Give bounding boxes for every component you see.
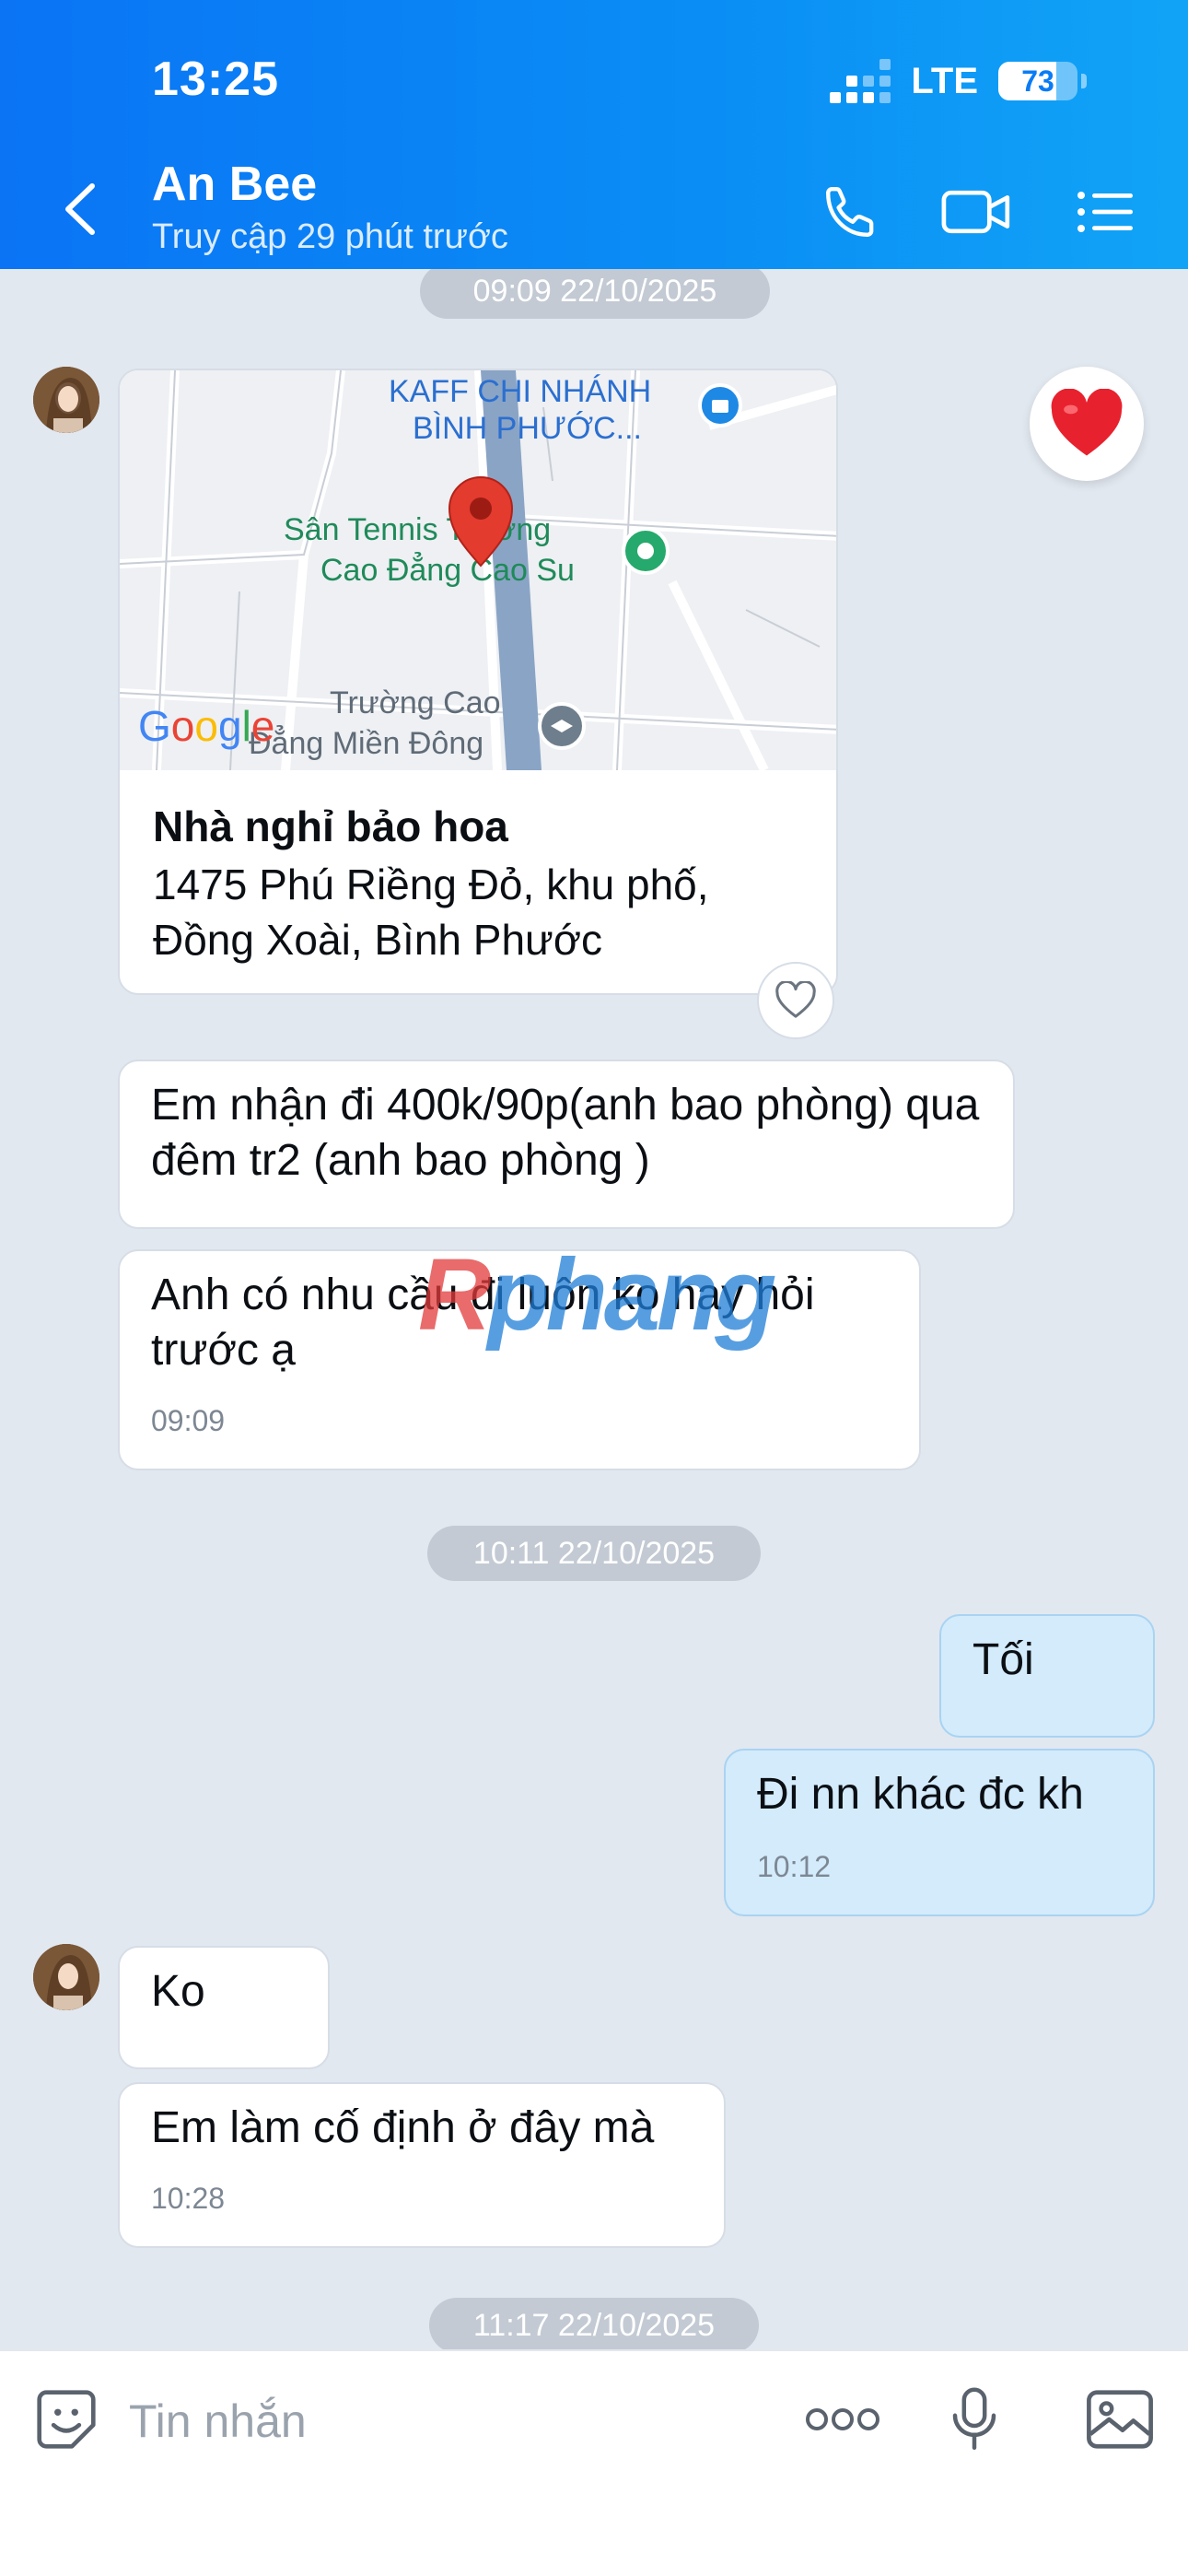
microphone-icon[interactable]	[938, 2383, 1011, 2456]
incoming-message[interactable]: Em làm cố định ở đây mà 10:28	[118, 2082, 726, 2248]
map-label: Cao Đẳng Cao Su	[320, 553, 575, 588]
outgoing-message[interactable]: Đi nn khác đc kh 10:12	[724, 1749, 1155, 1916]
outgoing-message[interactable]: Tối	[939, 1614, 1155, 1738]
message-input-bar	[0, 2349, 1188, 2576]
time-separator: 11:17 22/10/2025	[429, 2298, 759, 2349]
image-icon[interactable]	[1083, 2383, 1157, 2456]
incoming-message[interactable]: Anh có nhu cầu đi luôn ko hay hỏi trước …	[118, 1249, 921, 1470]
map-label: KAFF CHI NHÁNH	[389, 374, 651, 409]
avatar[interactable]	[33, 367, 99, 433]
map-label: Đẳng Miền Đông	[249, 726, 483, 761]
time-separator: 10:11 22/10/2025	[427, 1526, 761, 1581]
video-call-icon[interactable]	[939, 175, 1013, 249]
sticker-icon[interactable]	[29, 2383, 103, 2456]
incoming-message[interactable]: Ko	[118, 1946, 330, 2069]
message-text: Anh có nhu cầu đi luôn ko hay hỏi trước …	[151, 1270, 815, 1375]
battery-icon: 73	[998, 62, 1077, 100]
contact-name[interactable]: An Bee	[152, 157, 317, 212]
battery-level: 73	[1021, 64, 1054, 98]
chat-header: 13:25 LTE 73 An Bee Truy cập 29 phút trư…	[0, 0, 1188, 269]
message-text: Em nhận đi 400k/90p(anh bao phòng) qua đ…	[151, 1081, 980, 1185]
place-name: Nhà nghỉ bảo hoa	[153, 802, 508, 850]
message-text: Em làm cố định ở đây mà	[151, 2103, 655, 2152]
signal-icon	[830, 59, 891, 103]
menu-list-icon[interactable]	[1068, 175, 1142, 249]
message-text: Tối	[973, 1635, 1034, 1684]
map-label: BÌNH PHƯỚC...	[413, 411, 642, 446]
location-card[interactable]: KAFF CHI NHÁNH BÌNH PHƯỚC... Sân Tennis …	[118, 369, 838, 995]
map-image[interactable]: KAFF CHI NHÁNH BÌNH PHƯỚC... Sân Tennis …	[120, 370, 838, 770]
map-label: Trường Cao	[330, 685, 501, 720]
back-icon[interactable]	[57, 177, 103, 241]
place-address: 1475 Phú Riềng Đỏ, khu phố, Đồng Xoài, B…	[153, 861, 709, 964]
message-time: 10:28	[151, 2182, 226, 2215]
battery-tip	[1081, 74, 1087, 88]
message-time: 09:09	[151, 1404, 226, 1437]
message-input[interactable]	[129, 2388, 774, 2454]
network-type: LTE	[911, 60, 978, 101]
more-icon[interactable]	[801, 2383, 884, 2456]
phone-icon[interactable]	[814, 175, 888, 249]
message-text: Ko	[151, 1967, 205, 2016]
time-separator: 09:09 22/10/2025	[420, 269, 770, 319]
reaction-heart-icon[interactable]	[757, 962, 834, 1039]
status-indicators: LTE 73	[830, 59, 1087, 103]
last-seen-status: Truy cập 29 phút trước	[152, 217, 508, 256]
message-list[interactable]: 09:09 22/10/2025 KAFF CHI NHÁNH BÌNH PHƯ…	[0, 269, 1188, 2349]
avatar[interactable]	[33, 1944, 99, 2010]
incoming-message[interactable]: Em nhận đi 400k/90p(anh bao phòng) qua đ…	[118, 1060, 1015, 1229]
message-text: Đi nn khác đc kh	[757, 1770, 1084, 1819]
status-time: 13:25	[152, 53, 279, 106]
heart-reaction-icon[interactable]	[1030, 367, 1144, 481]
google-logo: Google	[138, 702, 274, 750]
message-time: 10:12	[757, 1850, 832, 1883]
